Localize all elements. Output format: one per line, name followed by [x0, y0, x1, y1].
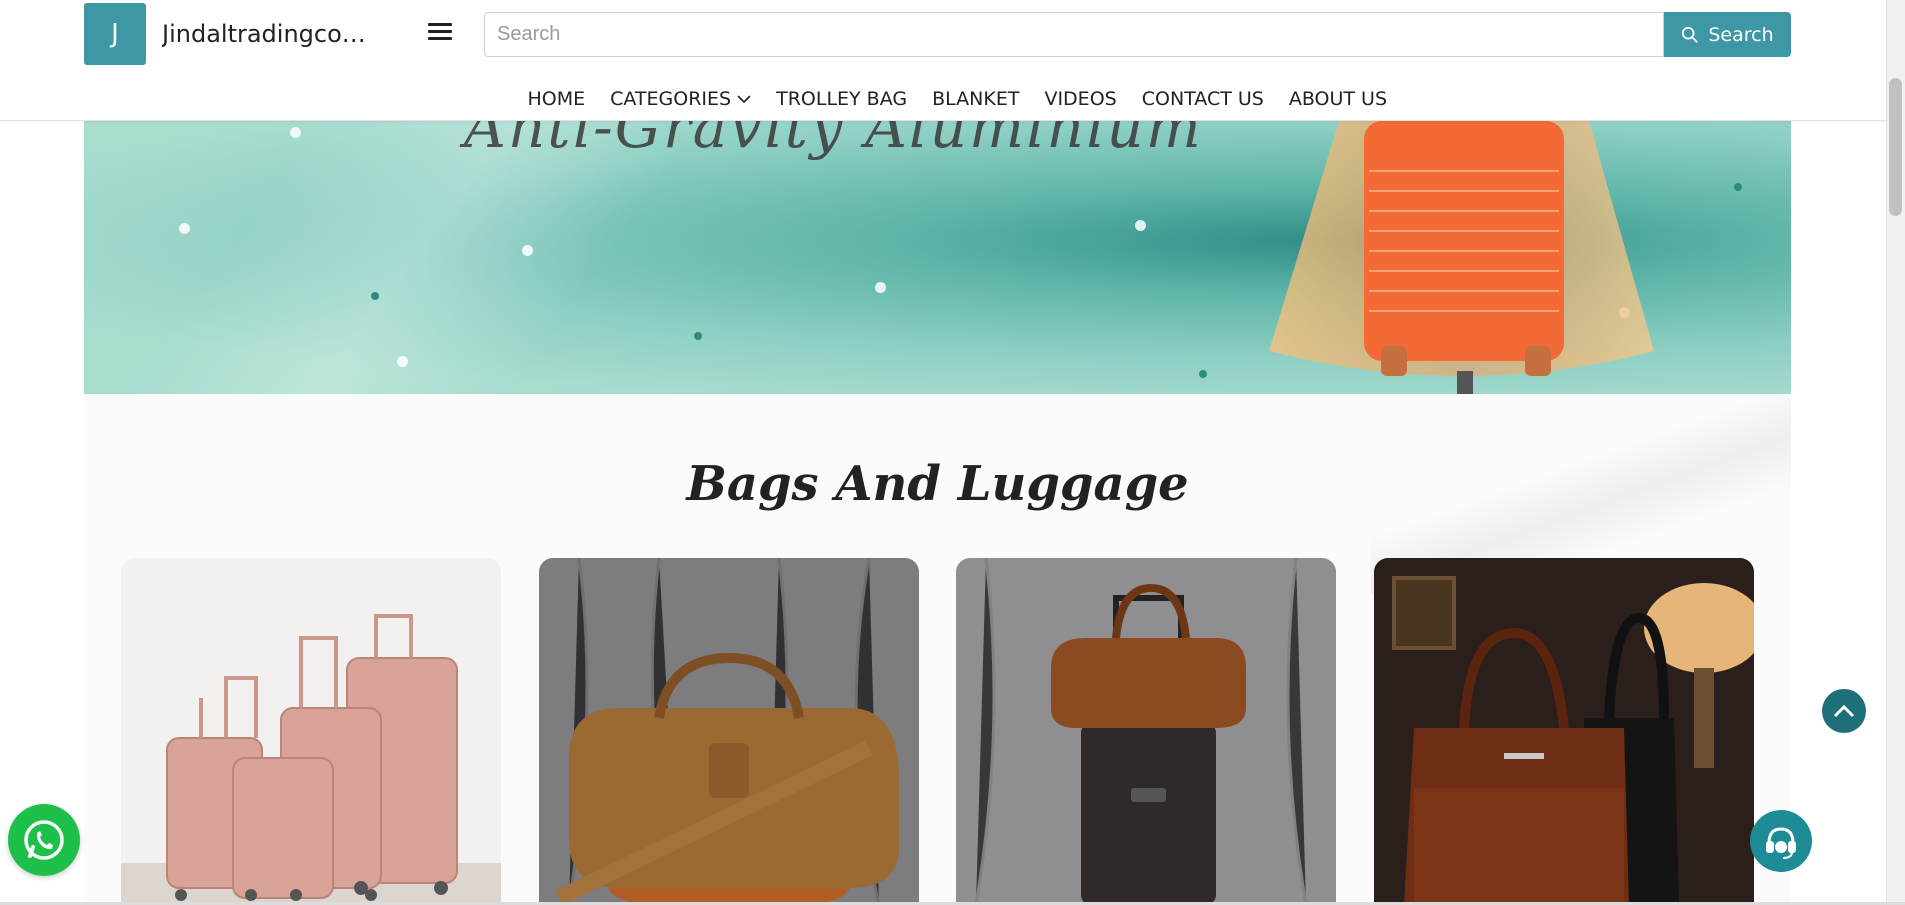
search-button[interactable]: Search	[1664, 12, 1791, 57]
nav-home[interactable]: HOME	[515, 88, 598, 110]
whatsapp-button[interactable]	[8, 804, 80, 876]
headset-icon	[1766, 827, 1796, 859]
page-scrollbar[interactable]	[1886, 0, 1905, 905]
logo-letter: J	[111, 19, 119, 49]
product-card-trolley-set[interactable]	[121, 558, 501, 905]
chevron-down-icon	[737, 95, 751, 104]
search-input[interactable]	[484, 12, 1664, 57]
banner-dot	[371, 292, 379, 300]
banner-dot	[179, 223, 190, 234]
nav-blanket-label: BLANKET	[932, 88, 1020, 110]
chevron-up-icon	[1833, 704, 1855, 718]
site-logo[interactable]: J	[84, 3, 146, 65]
scroll-to-top-button[interactable]	[1822, 689, 1866, 733]
nav-categories[interactable]: CATEGORIES	[598, 88, 764, 110]
briefcases-image	[1374, 558, 1754, 905]
product-card-briefcases[interactable]	[1374, 558, 1754, 905]
section-title: Bags And Luggage	[686, 456, 1189, 512]
product-card-duffel-on-trolley[interactable]	[956, 558, 1336, 905]
trolley-set-image	[121, 558, 501, 905]
banner-dot	[522, 245, 533, 256]
nav-categories-label: CATEGORIES	[610, 88, 732, 110]
nav-about-us-label: ABOUT US	[1288, 88, 1388, 110]
banner-dot	[290, 127, 301, 138]
nav-trolley-bag-label: TROLLEY BAG	[776, 88, 908, 110]
nav-home-label: HOME	[527, 88, 586, 110]
nav-contact-us-label: CONTACT US	[1141, 88, 1264, 110]
nav-trolley-bag[interactable]: TROLLEY BAG	[764, 88, 920, 110]
banner-dot	[694, 332, 702, 340]
nav-videos-label: VIDEOS	[1044, 88, 1117, 110]
hamburger-icon[interactable]	[428, 23, 452, 43]
support-chat-button[interactable]	[1750, 810, 1812, 872]
site-header: J Jindaltradingcom... Search HOME CATEGO…	[0, 0, 1886, 121]
search-icon	[1682, 26, 1699, 43]
banner-dot	[1734, 183, 1742, 191]
site-name[interactable]: Jindaltradingcom...	[162, 20, 378, 48]
banner-dot	[1135, 220, 1146, 231]
nav-contact-us[interactable]: CONTACT US	[1129, 88, 1276, 110]
luggage-dress-illustration	[1269, 121, 1654, 394]
whatsapp-icon	[24, 820, 64, 860]
search-button-label: Search	[1708, 23, 1774, 46]
banner-sheen	[84, 121, 930, 394]
hero-banner[interactable]: Anti-Gravity Aluminium	[84, 121, 1791, 394]
banner-dot	[1199, 370, 1207, 378]
nav-about-us[interactable]: ABOUT US	[1276, 88, 1399, 110]
banner-dot	[397, 356, 408, 367]
duffel-bag-image	[539, 558, 919, 905]
scrollbar-thumb[interactable]	[1889, 78, 1902, 216]
duffel-on-trolley-image	[956, 558, 1336, 905]
nav-videos[interactable]: VIDEOS	[1032, 88, 1129, 110]
nav-blanket[interactable]: BLANKET	[920, 88, 1032, 110]
main-nav: HOME CATEGORIES TROLLEY BAG BLANKET VIDE…	[515, 88, 1400, 110]
banner-dot	[875, 282, 886, 293]
product-card-duffel-bag[interactable]	[539, 558, 919, 905]
banner-script-text: Anti-Gravity Aluminium	[464, 121, 1203, 161]
